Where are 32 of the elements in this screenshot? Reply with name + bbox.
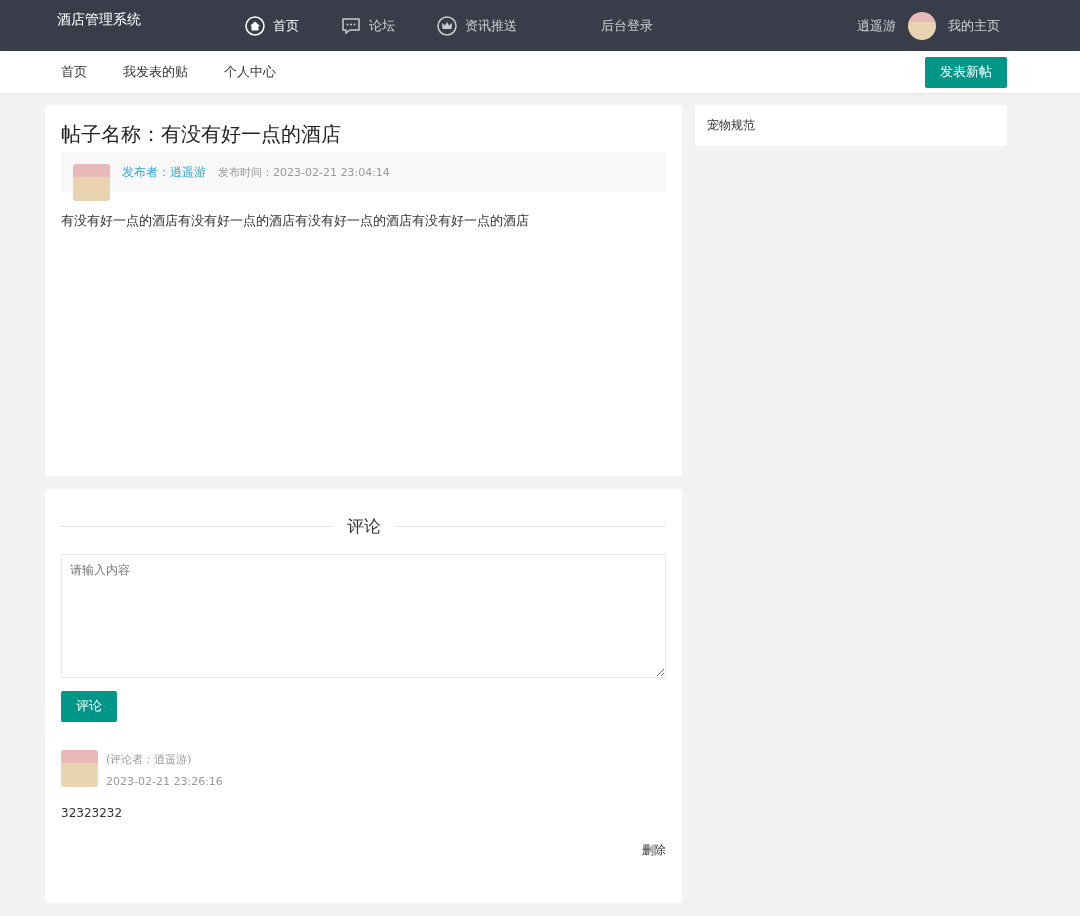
nav-label: 论坛 [369,16,395,35]
nav-link[interactable]: 资讯推送 [421,15,533,36]
nav-label: 后台登录 [601,16,653,35]
nav-link[interactable]: 论坛 [325,15,411,36]
my-home-link[interactable]: 我的主页 [948,16,1000,35]
nav-label: 首页 [273,16,299,35]
comment-input[interactable]: 请输入内容 [61,554,666,678]
sub-nav-link[interactable]: 我发表的贴 [112,63,199,81]
delete-link[interactable]: 删除 [61,842,666,859]
new-post-button[interactable]: 发表新帖 [925,56,1007,88]
commenter-name: (评论者：逍遥游) [106,752,193,767]
avatar-placeholder [61,750,98,787]
avatar-placeholder [73,164,110,201]
comments-heading: 评论 [346,515,381,538]
sub-nav-link[interactable]: 首页 [50,63,98,81]
nav-link[interactable]: 首页 [229,15,315,36]
comment-text: 32323232 [61,806,124,820]
sub-nav-link[interactable]: 个人中心 [213,63,287,81]
submit-comment-button[interactable]: 评论 [61,691,117,722]
nav-link[interactable]: 后台登录 [585,15,669,36]
sidebar-title: 宠物规范 [707,117,755,134]
chat-icon [341,16,361,35]
avatar-placeholder[interactable] [908,11,936,40]
username: 逍遥游 [857,16,896,35]
post-title: 帖子名称：有没有好一点的酒店 [61,121,342,148]
home-icon [245,15,265,36]
crown-icon [437,15,457,36]
nav-label: 资讯推送 [465,16,517,35]
comment-time: 2023-02-21 23:26:16 [106,775,223,788]
site-logo: 酒店管理系统 [57,11,142,29]
post-time: 发布时间：2023-02-21 23:04:14 [218,164,390,180]
post-body: 有没有好一点的酒店有没有好一点的酒店有没有好一点的酒店有没有好一点的酒店 [61,212,530,230]
